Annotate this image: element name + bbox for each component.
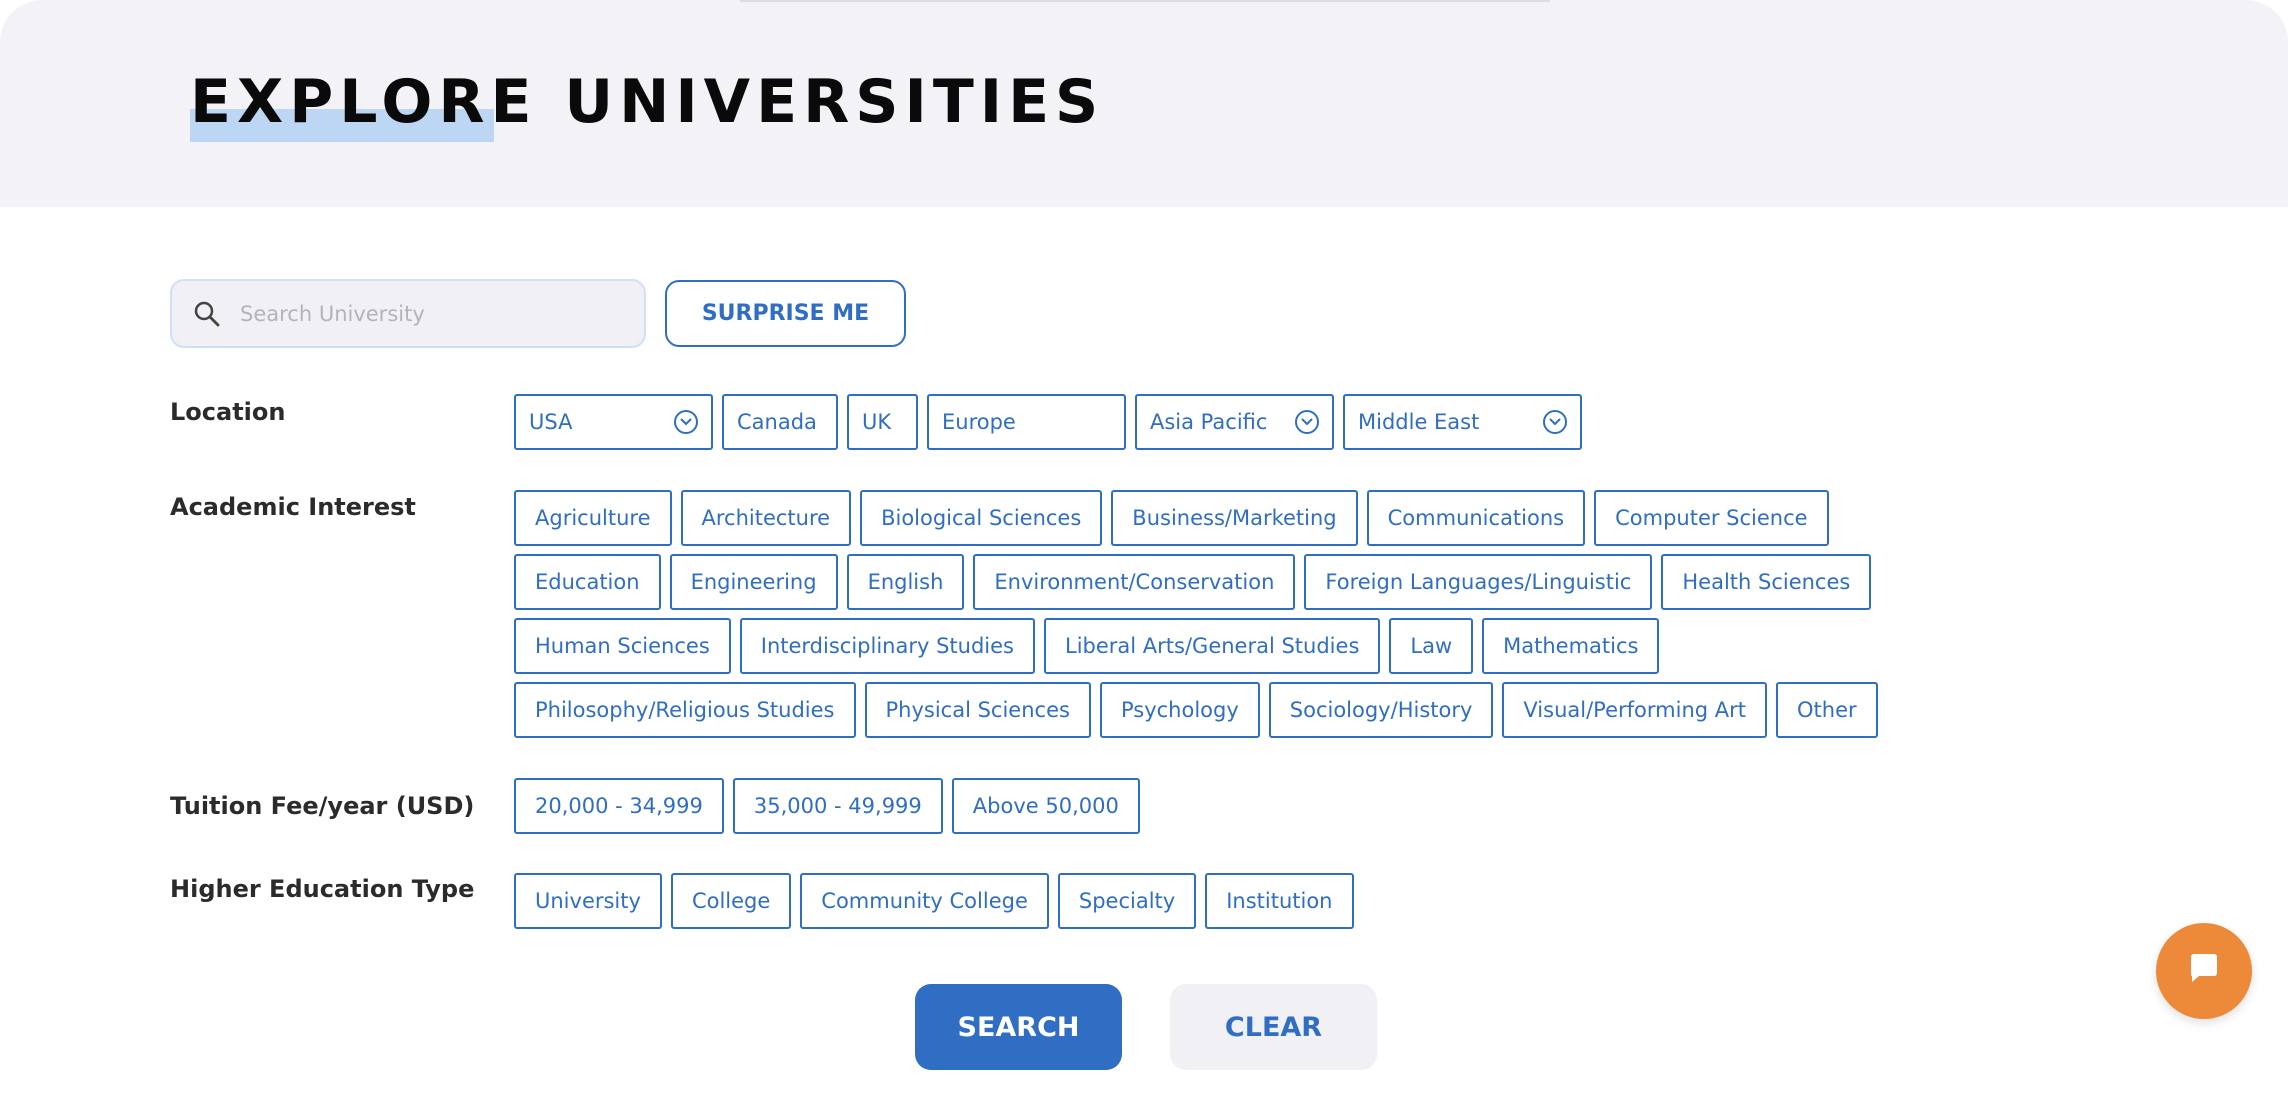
interest-option-interdisciplinary-studies[interactable]: Interdisciplinary Studies	[739, 618, 1035, 674]
tuition-label: Tuition Fee/year (USD)	[170, 792, 475, 820]
chat-button[interactable]	[2156, 923, 2252, 1019]
interest-option-biological-sciences[interactable]: Biological Sciences	[860, 490, 1103, 546]
interest-option-visual-performing-art[interactable]: Visual/Performing Art	[1502, 682, 1767, 738]
page-title: EXPLORE UNIVERSITIES	[190, 67, 1105, 137]
location-option-middle-east[interactable]: Middle East	[1343, 394, 1582, 450]
tuition-chips: 20,000 - 34,999 35,000 - 49,999 Above 50,0…	[514, 778, 1914, 834]
interest-option-philosophy-religious-studies[interactable]: Philosophy/Religious Studies	[514, 682, 856, 738]
search-icon	[192, 299, 222, 329]
interest-option-agriculture[interactable]: Agriculture	[514, 490, 672, 546]
location-option-label: UK	[862, 410, 892, 434]
interest-option-computer-science[interactable]: Computer Science	[1594, 490, 1829, 546]
interest-option-environment-conservation[interactable]: Environment/Conservation	[973, 554, 1296, 610]
interest-option-business-marketing[interactable]: Business/Marketing	[1111, 490, 1358, 546]
search-input[interactable]	[240, 301, 620, 326]
interest-option-education[interactable]: Education	[514, 554, 661, 610]
interest-option-law[interactable]: Law	[1389, 618, 1474, 674]
location-option-europe[interactable]: Europe	[927, 394, 1126, 450]
location-chips: USA Canada UK Europe Asia Pacific Middle East	[514, 394, 2214, 450]
surprise-me-button[interactable]: SURPRISE ME	[665, 280, 906, 347]
interest-option-liberal-arts-general-studies[interactable]: Liberal Arts/General Studies	[1044, 618, 1381, 674]
chevron-down-icon	[1543, 410, 1567, 434]
education-type-option-college[interactable]: College	[670, 873, 792, 929]
location-label: Location	[170, 398, 286, 426]
interest-option-psychology[interactable]: Psychology	[1099, 682, 1260, 738]
interest-option-communications[interactable]: Communications	[1366, 490, 1586, 546]
location-option-asia-pacific[interactable]: Asia Pacific	[1135, 394, 1334, 450]
location-option-label: Canada	[737, 410, 817, 434]
interest-option-health-sciences[interactable]: Health Sciences	[1661, 554, 1872, 610]
interest-option-physical-sciences[interactable]: Physical Sciences	[864, 682, 1091, 738]
title-wrap: EXPLORE UNIVERSITIES	[190, 62, 1104, 142]
education-type-chips: University College Community College Specia…	[514, 873, 1914, 929]
chevron-down-icon	[1295, 410, 1319, 434]
chevron-down-icon	[674, 410, 698, 434]
tuition-option-above-50-000[interactable]: Above 50,000	[951, 778, 1140, 834]
location-option-usa[interactable]: USA	[514, 394, 713, 450]
location-option-canada[interactable]: Canada	[722, 394, 838, 450]
academic-interest-label: Academic Interest	[170, 493, 416, 521]
academic-interest-chips: Agriculture Architecture Biological Scienc…	[514, 490, 1954, 738]
education-type-label: Higher Education Type	[170, 875, 475, 903]
location-option-label: USA	[529, 410, 573, 434]
location-option-uk[interactable]: UK	[847, 394, 918, 450]
chat-bubble-icon	[2186, 951, 2222, 991]
education-type-option-university[interactable]: University	[514, 873, 662, 929]
education-type-option-institution[interactable]: Institution	[1205, 873, 1354, 929]
interest-option-human-sciences[interactable]: Human Sciences	[514, 618, 731, 674]
tuition-option-20-000-34-999[interactable]: 20,000 - 34,999	[514, 778, 724, 834]
interest-option-english[interactable]: English	[846, 554, 965, 610]
interest-option-mathematics[interactable]: Mathematics	[1482, 618, 1660, 674]
location-option-label: Asia Pacific	[1150, 410, 1268, 434]
search-button[interactable]: SEARCH	[915, 984, 1122, 1070]
interest-option-sociology-history[interactable]: Sociology/History	[1268, 682, 1494, 738]
clear-button[interactable]: CLEAR	[1170, 984, 1377, 1070]
interest-option-other[interactable]: Other	[1776, 682, 1878, 738]
interest-option-foreign-languages-linguistic[interactable]: Foreign Languages/Linguistic	[1304, 554, 1653, 610]
education-type-option-specialty[interactable]: Specialty	[1057, 873, 1197, 929]
tuition-option-35-000-49-999[interactable]: 35,000 - 49,999	[732, 778, 943, 834]
education-type-option-community-college[interactable]: Community College	[800, 873, 1049, 929]
location-option-label: Europe	[942, 410, 1016, 434]
interest-option-architecture[interactable]: Architecture	[680, 490, 852, 546]
location-option-label: Middle East	[1358, 410, 1480, 434]
top-divider	[740, 0, 1550, 2]
search-box[interactable]	[170, 279, 646, 348]
interest-option-engineering[interactable]: Engineering	[669, 554, 838, 610]
